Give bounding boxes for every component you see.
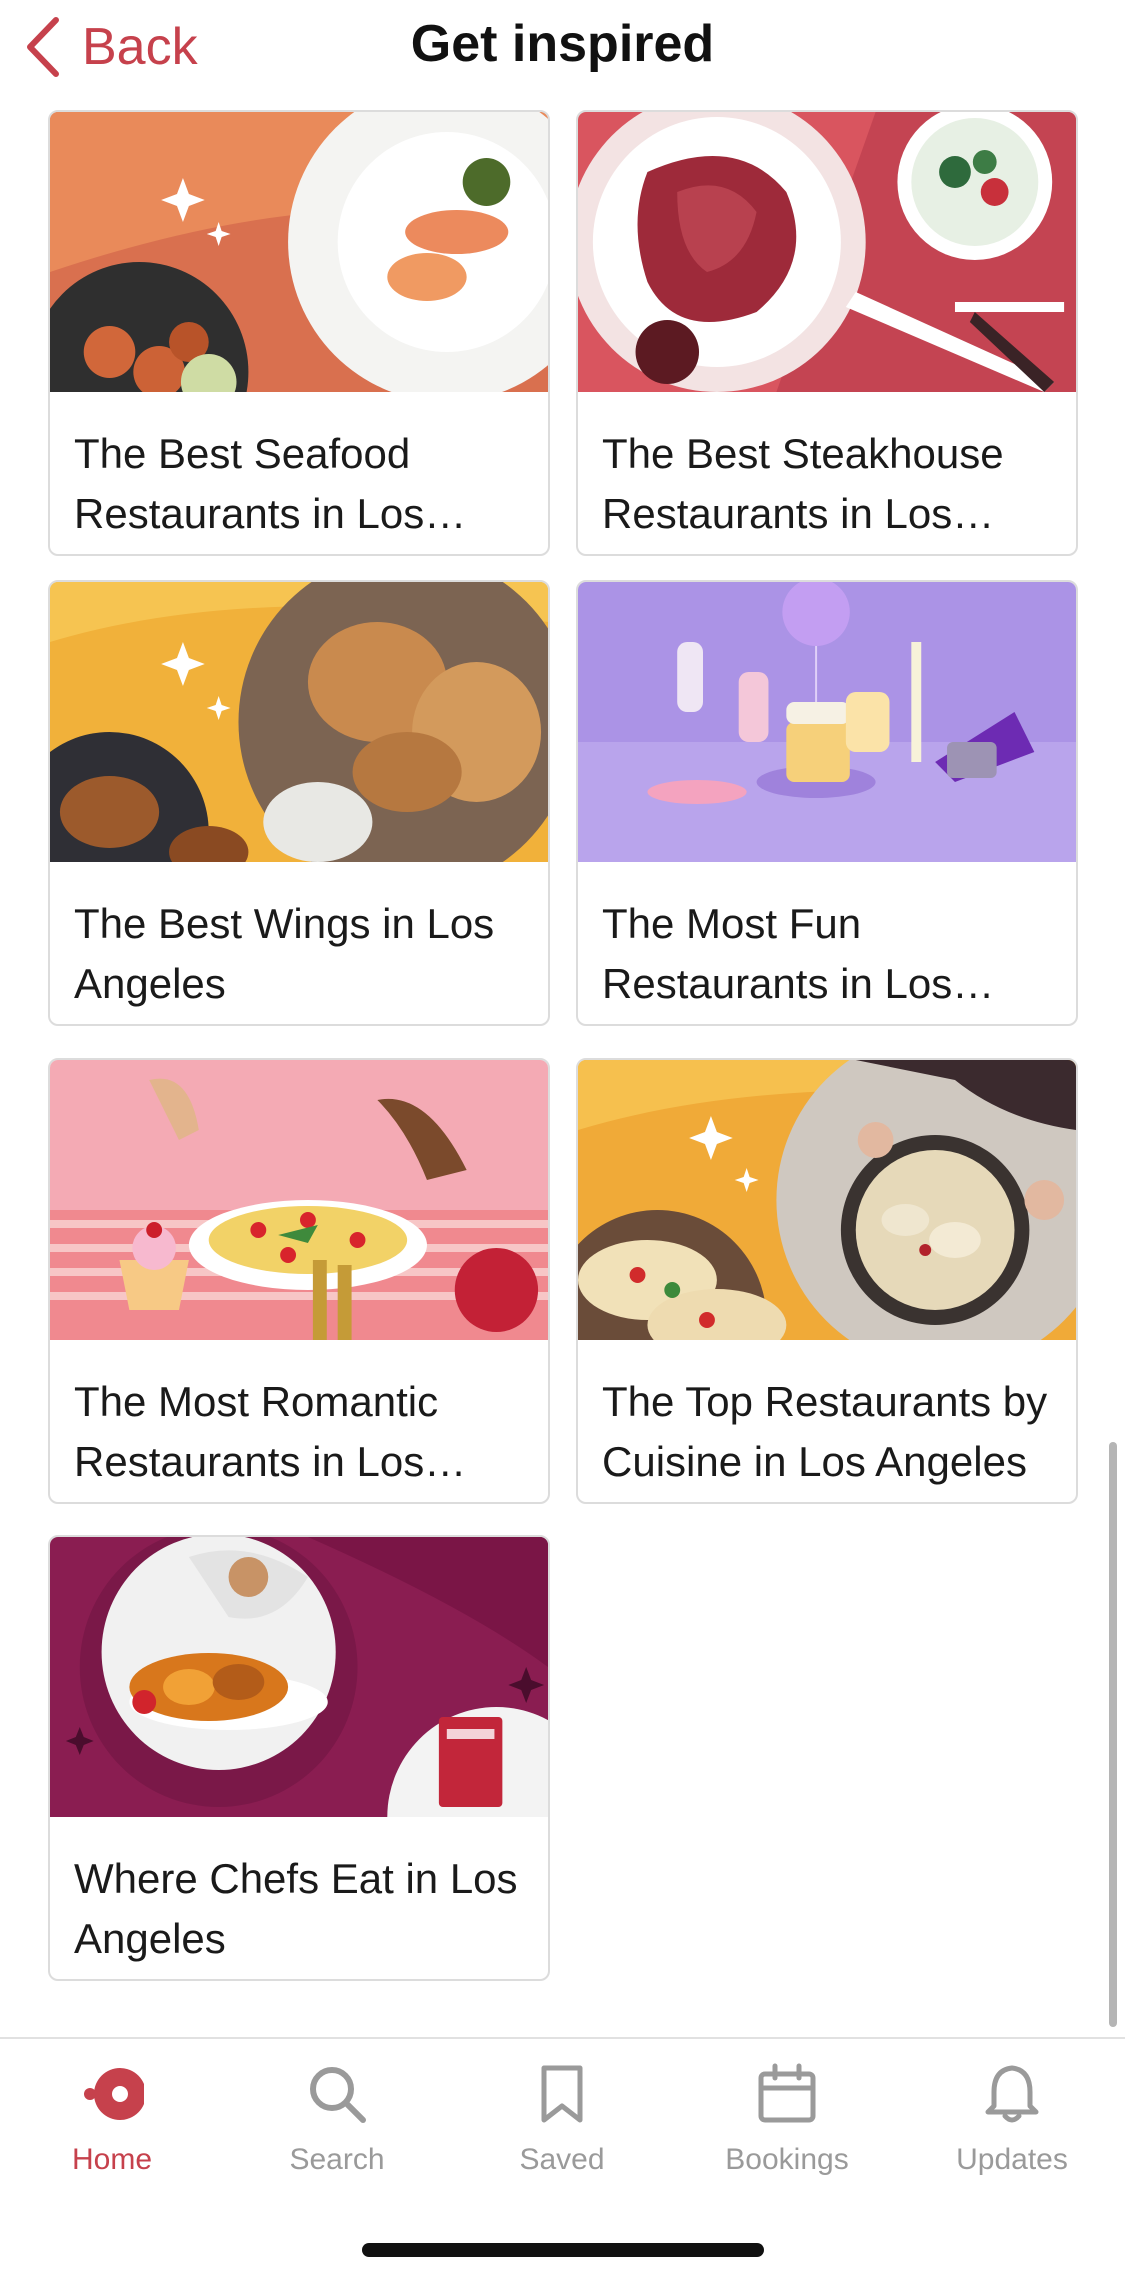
tab-bookings[interactable]: Bookings (687, 2059, 887, 2199)
card-title: The Best Wings in Los Angeles (74, 900, 495, 1007)
bookmark-icon (541, 2065, 583, 2123)
card-image (50, 1537, 548, 1817)
card-image (50, 112, 548, 392)
card-title: The Most Fun Restaurants in Los Angeles (602, 900, 953, 1007)
tab-label: Bookings (725, 2143, 849, 2176)
tab-label: Saved (519, 2143, 605, 2176)
card-image (578, 112, 1076, 392)
scrollbar[interactable] (1109, 1442, 1117, 2027)
tab-label: Home (71, 2143, 153, 2176)
search-icon (310, 2067, 366, 2123)
tab-search[interactable]: Search (237, 2059, 437, 2199)
card-title: The Top Restaurants by Cuisine in Los An… (602, 1378, 1048, 1485)
collection-card-where-chefs-eat[interactable]: Where Chefs Eat in Los Angeles (48, 1535, 550, 1981)
tab-label: Updates (956, 2143, 1068, 2176)
card-title: The Best Steakhouse Restaurants in Los A… (602, 430, 1004, 537)
tab-label: Search (289, 2143, 385, 2176)
top-nav-bar: Back Get inspired (0, 0, 1125, 100)
card-title: The Most Romantic Restaurants in Los Ang… (74, 1378, 439, 1485)
collection-card-steakhouse[interactable]: The Best Steakhouse Restaurants in Los A… (576, 110, 1078, 556)
tab-saved[interactable]: Saved (462, 2059, 662, 2199)
tab-updates[interactable]: Updates (912, 2059, 1112, 2199)
calendar-icon (758, 2063, 816, 2123)
tab-home[interactable]: Home (12, 2059, 212, 2199)
bell-icon (985, 2065, 1039, 2123)
card-image (50, 1060, 548, 1340)
card-title: The Best Seafood Restaurants in Los Ange… (74, 430, 425, 537)
card-image (50, 582, 548, 862)
collection-card-romantic[interactable]: The Most Romantic Restaurants in Los Ang… (48, 1058, 550, 1504)
collection-card-fun[interactable]: The Most Fun Restaurants in Los Angeles (576, 580, 1078, 1026)
collection-card-cuisine[interactable]: The Top Restaurants by Cuisine in Los An… (576, 1058, 1078, 1504)
collection-card-seafood[interactable]: The Best Seafood Restaurants in Los Ange… (48, 110, 550, 556)
collection-card-wings[interactable]: The Best Wings in Los Angeles (48, 580, 550, 1026)
card-image (578, 1060, 1076, 1340)
card-title: Where Chefs Eat in Los Angeles (74, 1855, 518, 1962)
home-icon (84, 2068, 144, 2120)
home-indicator[interactable] (362, 2243, 764, 2257)
card-image (578, 582, 1076, 862)
page-title: Get inspired (410, 15, 715, 73)
